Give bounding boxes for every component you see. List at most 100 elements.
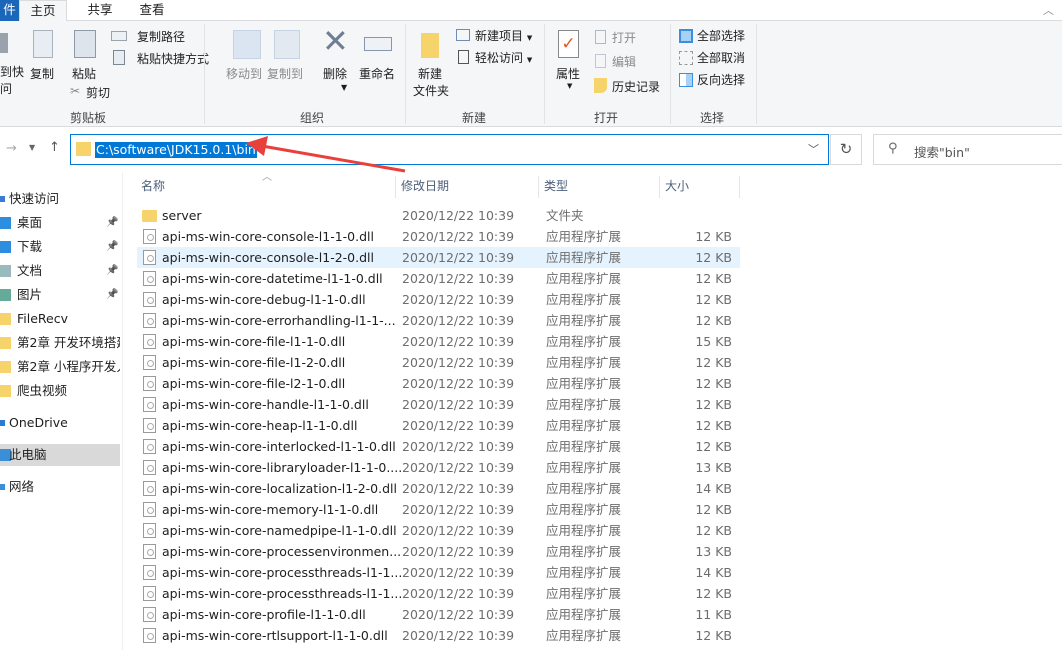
- sidebar-item[interactable]: 第2章 小程序开发入: [0, 356, 120, 378]
- dll-file-icon: [143, 271, 156, 286]
- dll-file-icon: [143, 439, 156, 454]
- file-row[interactable]: api-ms-win-core-libraryloader-l1-1-0....…: [137, 457, 740, 478]
- file-date: 2020/12/22 10:39: [402, 355, 515, 370]
- file-name: api-ms-win-core-rtlsupport-l1-1-0.dll: [162, 628, 388, 643]
- column-header-date[interactable]: 修改日期: [396, 176, 539, 198]
- file-type: 应用程序扩展: [546, 229, 622, 244]
- sidebar-item[interactable]: 快速访问: [0, 188, 120, 210]
- dll-file-icon: [143, 418, 156, 433]
- file-row[interactable]: api-ms-win-core-file-l1-1-0.dll 2020/12/2…: [137, 331, 740, 352]
- sidebar-item-label: OneDrive: [9, 415, 68, 430]
- file-row[interactable]: api-ms-win-core-debug-l1-1-0.dll 2020/12/…: [137, 289, 740, 310]
- pin-icon[interactable]: 📌: [106, 284, 118, 306]
- file-row[interactable]: api-ms-win-core-processthreads-l1-1... 20…: [137, 583, 740, 604]
- desktop-icon: [0, 217, 11, 229]
- file-size: 12 KB: [695, 376, 732, 391]
- file-date: 2020/12/22 10:39: [402, 250, 515, 265]
- sidebar-item[interactable]: 下载 📌: [0, 236, 120, 258]
- file-row[interactable]: api-ms-win-core-errorhandling-l1-1-... 20…: [137, 310, 740, 331]
- file-row[interactable]: api-ms-win-core-handle-l1-1-0.dll 2020/12…: [137, 394, 740, 415]
- sidebar-item[interactable]: 第2章 开发环境搭建: [0, 332, 120, 354]
- file-row[interactable]: api-ms-win-core-memory-l1-1-0.dll 2020/12…: [137, 499, 740, 520]
- dll-file-icon: [143, 460, 156, 475]
- file-type: 应用程序扩展: [546, 628, 622, 643]
- file-type: 应用程序扩展: [546, 439, 622, 454]
- file-type: 应用程序扩展: [546, 334, 622, 349]
- file-row[interactable]: api-ms-win-core-file-l2-1-0.dll 2020/12/2…: [137, 373, 740, 394]
- sidebar-item-label: 文档: [17, 263, 43, 278]
- file-name: api-ms-win-core-file-l1-1-0.dll: [162, 334, 346, 349]
- file-row[interactable]: api-ms-win-core-console-l1-1-0.dll 2020/1…: [137, 226, 740, 247]
- sidebar-item[interactable]: 此电脑: [0, 444, 120, 466]
- column-header-name[interactable]: 名称: [136, 176, 396, 198]
- file-row[interactable]: api-ms-win-core-rtlsupport-l1-1-0.dll 202…: [137, 625, 740, 646]
- file-date: 2020/12/22 10:39: [402, 544, 515, 559]
- file-row[interactable]: api-ms-win-core-processthreads-l1-1... 20…: [137, 562, 740, 583]
- file-row[interactable]: api-ms-win-core-console-l1-2-0.dll 2020/1…: [137, 247, 740, 268]
- file-date: 2020/12/22 10:39: [402, 460, 515, 475]
- dll-file-icon: [143, 502, 156, 517]
- sidebar-item[interactable]: 文档 📌: [0, 260, 120, 282]
- file-name: api-ms-win-core-namedpipe-l1-1-0.dll: [162, 523, 397, 538]
- dll-file-icon: [143, 523, 156, 538]
- pin-icon[interactable]: 📌: [106, 260, 118, 282]
- dll-file-icon: [143, 250, 156, 265]
- column-header-type[interactable]: 类型: [539, 176, 660, 198]
- file-name: api-ms-win-core-console-l1-2-0.dll: [162, 250, 374, 265]
- column-header-size[interactable]: 大小: [660, 176, 740, 198]
- file-row[interactable]: api-ms-win-core-processenvironmen... 2020…: [137, 541, 740, 562]
- folder-icon: [0, 385, 11, 397]
- file-date: 2020/12/22 10:39: [402, 502, 515, 517]
- file-name: api-ms-win-core-file-l1-2-0.dll: [162, 355, 346, 370]
- sidebar-item[interactable]: 桌面 📌: [0, 212, 120, 234]
- file-date: 2020/12/22 10:39: [402, 397, 515, 412]
- file-date: 2020/12/22 10:39: [402, 229, 515, 244]
- network-icon: [0, 484, 5, 490]
- file-type: 应用程序扩展: [546, 397, 622, 412]
- sidebar-item-label: 第2章 开发环境搭建: [17, 335, 120, 350]
- file-name: api-ms-win-core-processenvironmen...: [162, 544, 402, 559]
- file-size: 11 KB: [695, 607, 732, 622]
- file-type: 应用程序扩展: [546, 355, 622, 370]
- file-name: api-ms-win-core-localization-l1-2-0.dll: [162, 481, 397, 496]
- file-type: 文件夹: [546, 208, 584, 223]
- file-name: api-ms-win-core-console-l1-1-0.dll: [162, 229, 374, 244]
- file-size: 12 KB: [695, 397, 732, 412]
- file-row[interactable]: api-ms-win-core-profile-l1-1-0.dll 2020/1…: [137, 604, 740, 625]
- file-size: 12 KB: [695, 229, 732, 244]
- dll-file-icon: [143, 292, 156, 307]
- pin-icon[interactable]: 📌: [106, 236, 118, 258]
- file-date: 2020/12/22 10:39: [402, 628, 515, 643]
- sidebar-item[interactable]: OneDrive: [0, 412, 120, 434]
- file-row[interactable]: server 2020/12/22 10:39 文件夹: [137, 205, 740, 226]
- folder-icon: [0, 337, 11, 349]
- file-date: 2020/12/22 10:39: [402, 565, 515, 580]
- dll-file-icon: [143, 355, 156, 370]
- sidebar-item[interactable]: 网络: [0, 476, 120, 498]
- file-row[interactable]: api-ms-win-core-datetime-l1-1-0.dll 2020/…: [137, 268, 740, 289]
- file-type: 应用程序扩展: [546, 460, 622, 475]
- file-date: 2020/12/22 10:39: [402, 208, 515, 223]
- file-date: 2020/12/22 10:39: [402, 481, 515, 496]
- file-row[interactable]: api-ms-win-core-localization-l1-2-0.dll 2…: [137, 478, 740, 499]
- download-icon: [0, 241, 11, 253]
- file-row[interactable]: api-ms-win-core-file-l1-2-0.dll 2020/12/2…: [137, 352, 740, 373]
- file-name: api-ms-win-core-errorhandling-l1-1-...: [162, 313, 396, 328]
- dll-file-icon: [143, 544, 156, 559]
- pin-icon[interactable]: 📌: [106, 212, 118, 234]
- file-name: api-ms-win-core-memory-l1-1-0.dll: [162, 502, 379, 517]
- sidebar-item-label: 图片: [17, 287, 43, 302]
- file-date: 2020/12/22 10:39: [402, 607, 515, 622]
- file-row[interactable]: api-ms-win-core-interlocked-l1-1-0.dll 20…: [137, 436, 740, 457]
- file-name: api-ms-win-core-processthreads-l1-1...: [162, 565, 403, 580]
- file-name: api-ms-win-core-debug-l1-1-0.dll: [162, 292, 366, 307]
- file-row[interactable]: api-ms-win-core-heap-l1-1-0.dll 2020/12/2…: [137, 415, 740, 436]
- sidebar-item[interactable]: 图片 📌: [0, 284, 120, 306]
- file-size: 12 KB: [695, 271, 732, 286]
- file-type: 应用程序扩展: [546, 418, 622, 433]
- file-row[interactable]: api-ms-win-core-namedpipe-l1-1-0.dll 2020…: [137, 520, 740, 541]
- file-name: api-ms-win-core-libraryloader-l1-1-0....: [162, 460, 403, 475]
- sidebar-item[interactable]: 爬虫视频: [0, 380, 120, 402]
- sidebar-item[interactable]: FileRecv: [0, 308, 120, 330]
- sidebar-item-label: 下载: [17, 239, 43, 254]
